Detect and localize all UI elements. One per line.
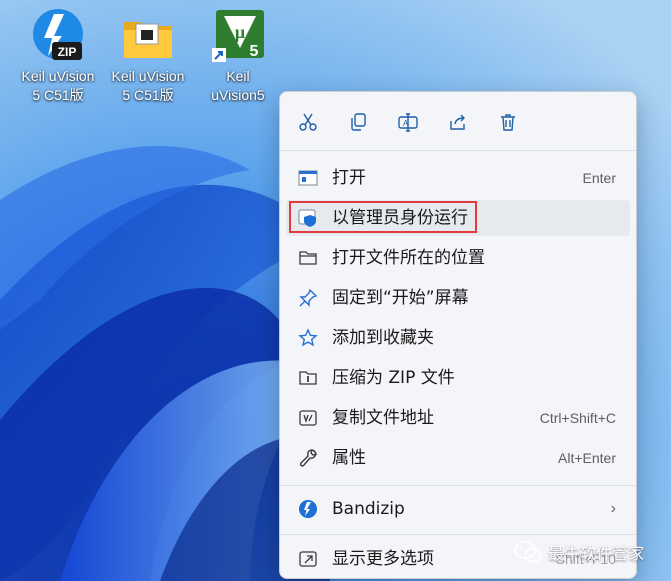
copy-icon <box>351 113 366 131</box>
share-button[interactable] <box>442 106 474 138</box>
desktop-icon-keil-zip[interactable]: ZIP Keil uVision 5 C51版 <box>10 8 106 105</box>
menu-item-label: 压缩为 ZIP 文件 <box>332 368 455 388</box>
rename-button[interactable]: A <box>392 106 424 138</box>
svg-text:ZIP: ZIP <box>58 45 77 59</box>
star-icon <box>298 328 318 347</box>
menu-separator <box>280 485 636 486</box>
copy-button[interactable] <box>342 106 374 138</box>
menu-item-shortcut: Ctrl+Shift+C <box>539 410 616 426</box>
highlight-annotation-box <box>289 201 477 233</box>
menu-item-compress-zip[interactable]: 压缩为 ZIP 文件 <box>286 360 630 396</box>
menu-item-label: 复制文件地址 <box>332 408 434 428</box>
menu-item-label: 打开文件所在的位置 <box>332 248 485 268</box>
svg-text:A: A <box>403 119 409 128</box>
menu-separator <box>280 534 636 535</box>
folder-icon <box>299 251 317 265</box>
rename-icon: A <box>398 113 418 132</box>
menu-item-properties[interactable]: 属性 Alt+Enter <box>286 440 630 476</box>
desktop-icon-label: Keil uVision 5 C51版 <box>21 68 95 103</box>
delete-icon <box>501 114 515 131</box>
context-menu-toolbar: A <box>280 92 636 150</box>
cut-button[interactable] <box>292 106 324 138</box>
folder-icon <box>120 8 176 64</box>
bandizip-zip-icon: ZIP <box>30 8 86 64</box>
desktop-icon-keil-uvision[interactable]: μ 5 Keil uVision5 <box>190 8 286 105</box>
watermark-text: 最牛软件管家 <box>548 544 645 563</box>
menu-item-label: 显示更多选项 <box>332 549 434 569</box>
menu-item-pin-to-start[interactable]: 固定到“开始”屏幕 <box>286 280 630 316</box>
bandizip-icon <box>299 500 317 518</box>
zip-folder-icon <box>299 371 317 385</box>
menu-item-add-to-favorites[interactable]: 添加到收藏夹 <box>286 320 630 356</box>
desktop-icon-keil-folder[interactable]: Keil uVision 5 C51版 <box>100 8 196 105</box>
menu-item-label: 属性 <box>332 448 366 468</box>
share-icon <box>450 114 465 130</box>
wechat-icon <box>514 541 542 563</box>
copy-path-icon <box>299 410 317 426</box>
menu-item-copy-path[interactable]: 复制文件地址 Ctrl+Shift+C <box>286 400 630 436</box>
desktop-icon-label: Keil uVision5 <box>211 68 265 103</box>
wrench-icon <box>299 449 317 467</box>
menu-item-label: 固定到“开始”屏幕 <box>332 288 469 308</box>
menu-item-label: Bandizip <box>332 499 405 519</box>
open-window-icon <box>298 170 318 186</box>
menu-item-bandizip[interactable]: Bandizip › <box>286 491 630 527</box>
desktop-icon-label: Keil uVision 5 C51版 <box>111 68 185 103</box>
cut-icon <box>299 113 317 131</box>
more-options-icon <box>299 551 317 567</box>
svg-text:μ: μ <box>235 22 245 42</box>
keil-uvision-shortcut-icon: μ 5 <box>210 8 266 64</box>
pin-icon <box>299 288 318 307</box>
menu-item-open-file-location[interactable]: 打开文件所在的位置 <box>286 240 630 276</box>
menu-item-open[interactable]: 打开 Enter <box>286 160 630 196</box>
delete-button[interactable] <box>492 106 524 138</box>
watermark: 最牛软件管家 <box>514 536 644 568</box>
menu-item-shortcut: Alt+Enter <box>558 450 616 466</box>
menu-item-label: 打开 <box>332 168 366 188</box>
menu-separator <box>280 150 636 151</box>
chevron-right-icon: › <box>610 500 616 517</box>
context-menu: A 打开 Enter 以管理员身份运行 打开文件所在的位置 固定到“开始”屏幕 … <box>279 91 637 579</box>
menu-item-label: 添加到收藏夹 <box>332 328 434 348</box>
menu-item-shortcut: Enter <box>582 170 616 186</box>
svg-text:5: 5 <box>250 43 259 60</box>
